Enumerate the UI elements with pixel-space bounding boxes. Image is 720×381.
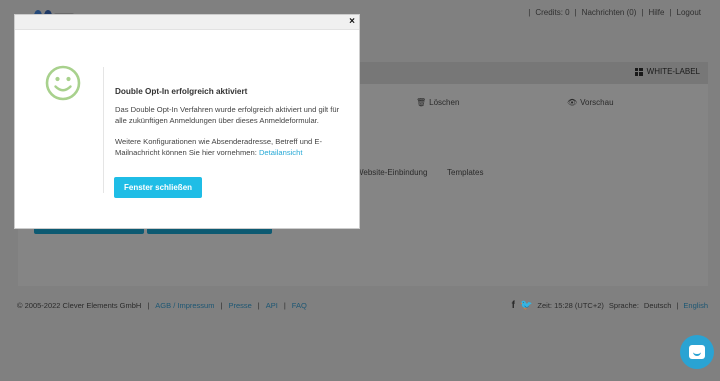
footer-link-faq[interactable]: FAQ <box>292 301 307 310</box>
preview-button[interactable]: 👁 Vorschau <box>567 98 614 107</box>
chat-icon <box>689 345 705 359</box>
modal-divider <box>103 67 104 193</box>
facebook-icon[interactable]: f <box>512 300 515 311</box>
smiley-icon <box>45 65 81 101</box>
footer-link-agb[interactable]: AGB / Impressum <box>155 301 214 310</box>
tab-templates[interactable]: Templates <box>447 168 483 177</box>
modal-message: Das Double Opt-In Verfahren wurde erfolg… <box>115 105 340 125</box>
detail-view-link[interactable]: Detailansicht <box>259 148 302 157</box>
trash-icon: 🗑 <box>416 98 427 107</box>
logout-link[interactable]: Logout <box>677 8 701 17</box>
page-background: | Credits: 0 | Nachrichten (0) | Hilfe |… <box>0 0 720 381</box>
white-label-button[interactable]: WHITE-LABEL <box>634 67 700 76</box>
close-window-button[interactable]: Fenster schließen <box>114 177 203 198</box>
grid-icon <box>634 67 643 76</box>
copyright: © 2005-2022 Clever Elements GmbH <box>17 301 142 310</box>
time-label: Zeit: 15:28 (UTC+2) <box>537 301 604 310</box>
footer-left: © 2005-2022 Clever Elements GmbH | AGB /… <box>17 301 307 310</box>
footer-right: f 🐦 Zeit: 15:28 (UTC+2) Sprache: Deutsch… <box>511 300 708 311</box>
eye-icon: 👁 <box>567 98 578 107</box>
language-label: Sprache: <box>608 301 639 310</box>
top-navigation: | Credits: 0 | Nachrichten (0) | Hilfe |… <box>528 8 701 17</box>
twitter-icon[interactable]: 🐦 <box>520 300 532 311</box>
modal-title: Double Opt-In erfolgreich aktiviert <box>115 87 248 96</box>
modal-header: × <box>15 15 359 30</box>
success-modal: × Double Opt-In erfolgreich aktiviert Da… <box>14 14 360 229</box>
footer-link-api[interactable]: API <box>266 301 278 310</box>
help-link[interactable]: Hilfe <box>648 8 664 17</box>
chat-launcher-button[interactable] <box>680 335 714 369</box>
language-english[interactable]: English <box>683 301 708 310</box>
credits-link[interactable]: Credits: 0 <box>535 8 569 17</box>
messages-link[interactable]: Nachrichten (0) <box>582 8 637 17</box>
close-icon[interactable]: × <box>349 16 355 28</box>
language-german[interactable]: Deutsch <box>644 301 672 310</box>
footer-link-press[interactable]: Presse <box>228 301 251 310</box>
modal-config-hint: Weitere Konfigurationen wie Absenderadre… <box>115 137 322 157</box>
delete-button[interactable]: 🗑 Löschen <box>416 98 459 107</box>
tab-website-embedding[interactable]: Website-Einbindung <box>356 168 427 177</box>
